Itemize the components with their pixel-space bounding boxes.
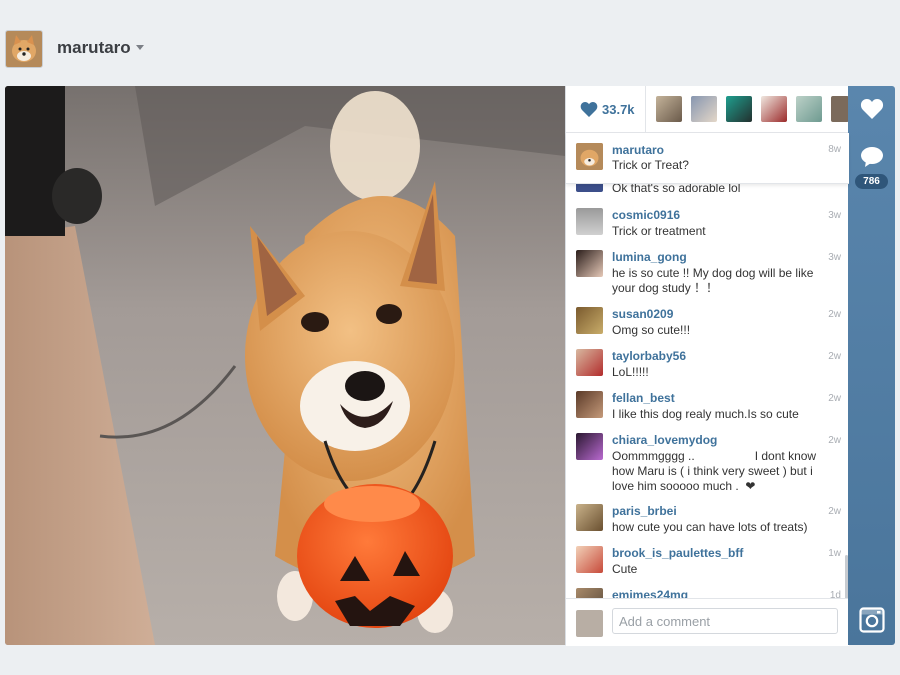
caption-time: 8w bbox=[828, 144, 841, 155]
comments-list[interactable]: Ok that's so adorable lol cosmic0916 3w … bbox=[566, 183, 849, 598]
comment-username[interactable]: cosmic0916 bbox=[612, 208, 680, 222]
avatar bbox=[576, 610, 603, 637]
comments-panel: 33.7k marutaro 8w Trick or Treat? Ok tha… bbox=[565, 86, 849, 646]
comment-avatar[interactable] bbox=[576, 504, 603, 531]
like-count[interactable]: 33.7k bbox=[602, 102, 635, 117]
comment-username[interactable]: paris_brbei bbox=[612, 504, 677, 518]
comment-text: Oommmgggg .. I dont know how Maru is ( i… bbox=[612, 449, 820, 493]
comment-avatar[interactable] bbox=[576, 588, 603, 598]
comment-avatar[interactable] bbox=[576, 250, 603, 277]
comment-text: LoL!!!!! bbox=[612, 365, 649, 379]
instagram-camera-icon[interactable] bbox=[859, 607, 885, 633]
liker-avatar[interactable] bbox=[831, 96, 849, 122]
comment-text: Trick or treatment bbox=[612, 224, 706, 238]
heart-icon[interactable] bbox=[580, 101, 598, 118]
caption-avatar[interactable] bbox=[576, 143, 603, 170]
comment-time: 2w bbox=[828, 309, 841, 320]
liker-avatar[interactable] bbox=[691, 96, 717, 122]
comment-text: I like this dog realy much.Is so cute bbox=[612, 407, 799, 421]
caret-down-icon[interactable] bbox=[136, 45, 144, 50]
comment-time: 3w bbox=[828, 210, 841, 221]
comment-bubble-icon[interactable] bbox=[860, 146, 884, 168]
comment-time: 3w bbox=[828, 252, 841, 263]
comment-time: 2w bbox=[828, 393, 841, 404]
comment-username[interactable]: chiara_lovemydog bbox=[612, 433, 717, 447]
liker-avatar[interactable] bbox=[796, 96, 822, 122]
comment-avatar[interactable] bbox=[576, 546, 603, 573]
comment-time: 2w bbox=[828, 351, 841, 362]
comment-time: 2w bbox=[828, 435, 841, 446]
liker-avatar[interactable] bbox=[761, 96, 787, 122]
profile-username[interactable]: marutaro bbox=[57, 38, 131, 58]
likes-row: 33.7k bbox=[566, 86, 849, 133]
comment-avatar[interactable] bbox=[576, 183, 603, 192]
comment-text: Ok that's so adorable lol bbox=[612, 183, 741, 195]
heart-icon[interactable] bbox=[860, 98, 884, 120]
comment-text: Omg so cute!!! bbox=[612, 323, 691, 337]
comment-username[interactable]: susan0209 bbox=[612, 307, 673, 321]
caption: marutaro 8w Trick or Treat? bbox=[566, 133, 849, 184]
comment-input[interactable] bbox=[612, 608, 838, 634]
comment-time: 1w bbox=[828, 548, 841, 559]
caption-text: Trick or Treat? bbox=[612, 158, 689, 172]
comment-count-badge: 786 bbox=[855, 174, 888, 189]
comment-username[interactable]: taylorbaby56 bbox=[612, 349, 686, 363]
comment-username[interactable]: brook_is_paulettes_bff bbox=[612, 546, 743, 560]
comment-text: he is so cute !! My dog dog will be like… bbox=[612, 266, 814, 295]
comment-username[interactable]: fellan_best bbox=[612, 391, 675, 405]
comment-avatar[interactable] bbox=[576, 433, 603, 460]
comment-avatar[interactable] bbox=[576, 208, 603, 235]
comment-avatar[interactable] bbox=[576, 391, 603, 418]
comment-username[interactable]: emimes24mg bbox=[612, 588, 688, 598]
action-sidebar: 786 bbox=[848, 86, 895, 645]
post-photo[interactable] bbox=[5, 86, 565, 645]
caption-username[interactable]: marutaro bbox=[612, 143, 664, 157]
comment-text: how cute you can have lots of treats) bbox=[612, 520, 808, 534]
comment-time: 1d bbox=[829, 590, 841, 598]
profile-avatar[interactable] bbox=[5, 30, 43, 68]
liker-avatar[interactable] bbox=[656, 96, 682, 122]
comment-text: Cute bbox=[612, 562, 638, 576]
divider bbox=[645, 86, 646, 132]
comment-composer bbox=[566, 598, 849, 646]
liker-avatar[interactable] bbox=[726, 96, 752, 122]
comment-time: 2w bbox=[828, 506, 841, 517]
comment-avatar[interactable] bbox=[576, 307, 603, 334]
comment-avatar[interactable] bbox=[576, 349, 603, 376]
comment-username[interactable]: lumina_gong bbox=[612, 250, 687, 264]
profile-header: marutaro bbox=[0, 0, 900, 86]
